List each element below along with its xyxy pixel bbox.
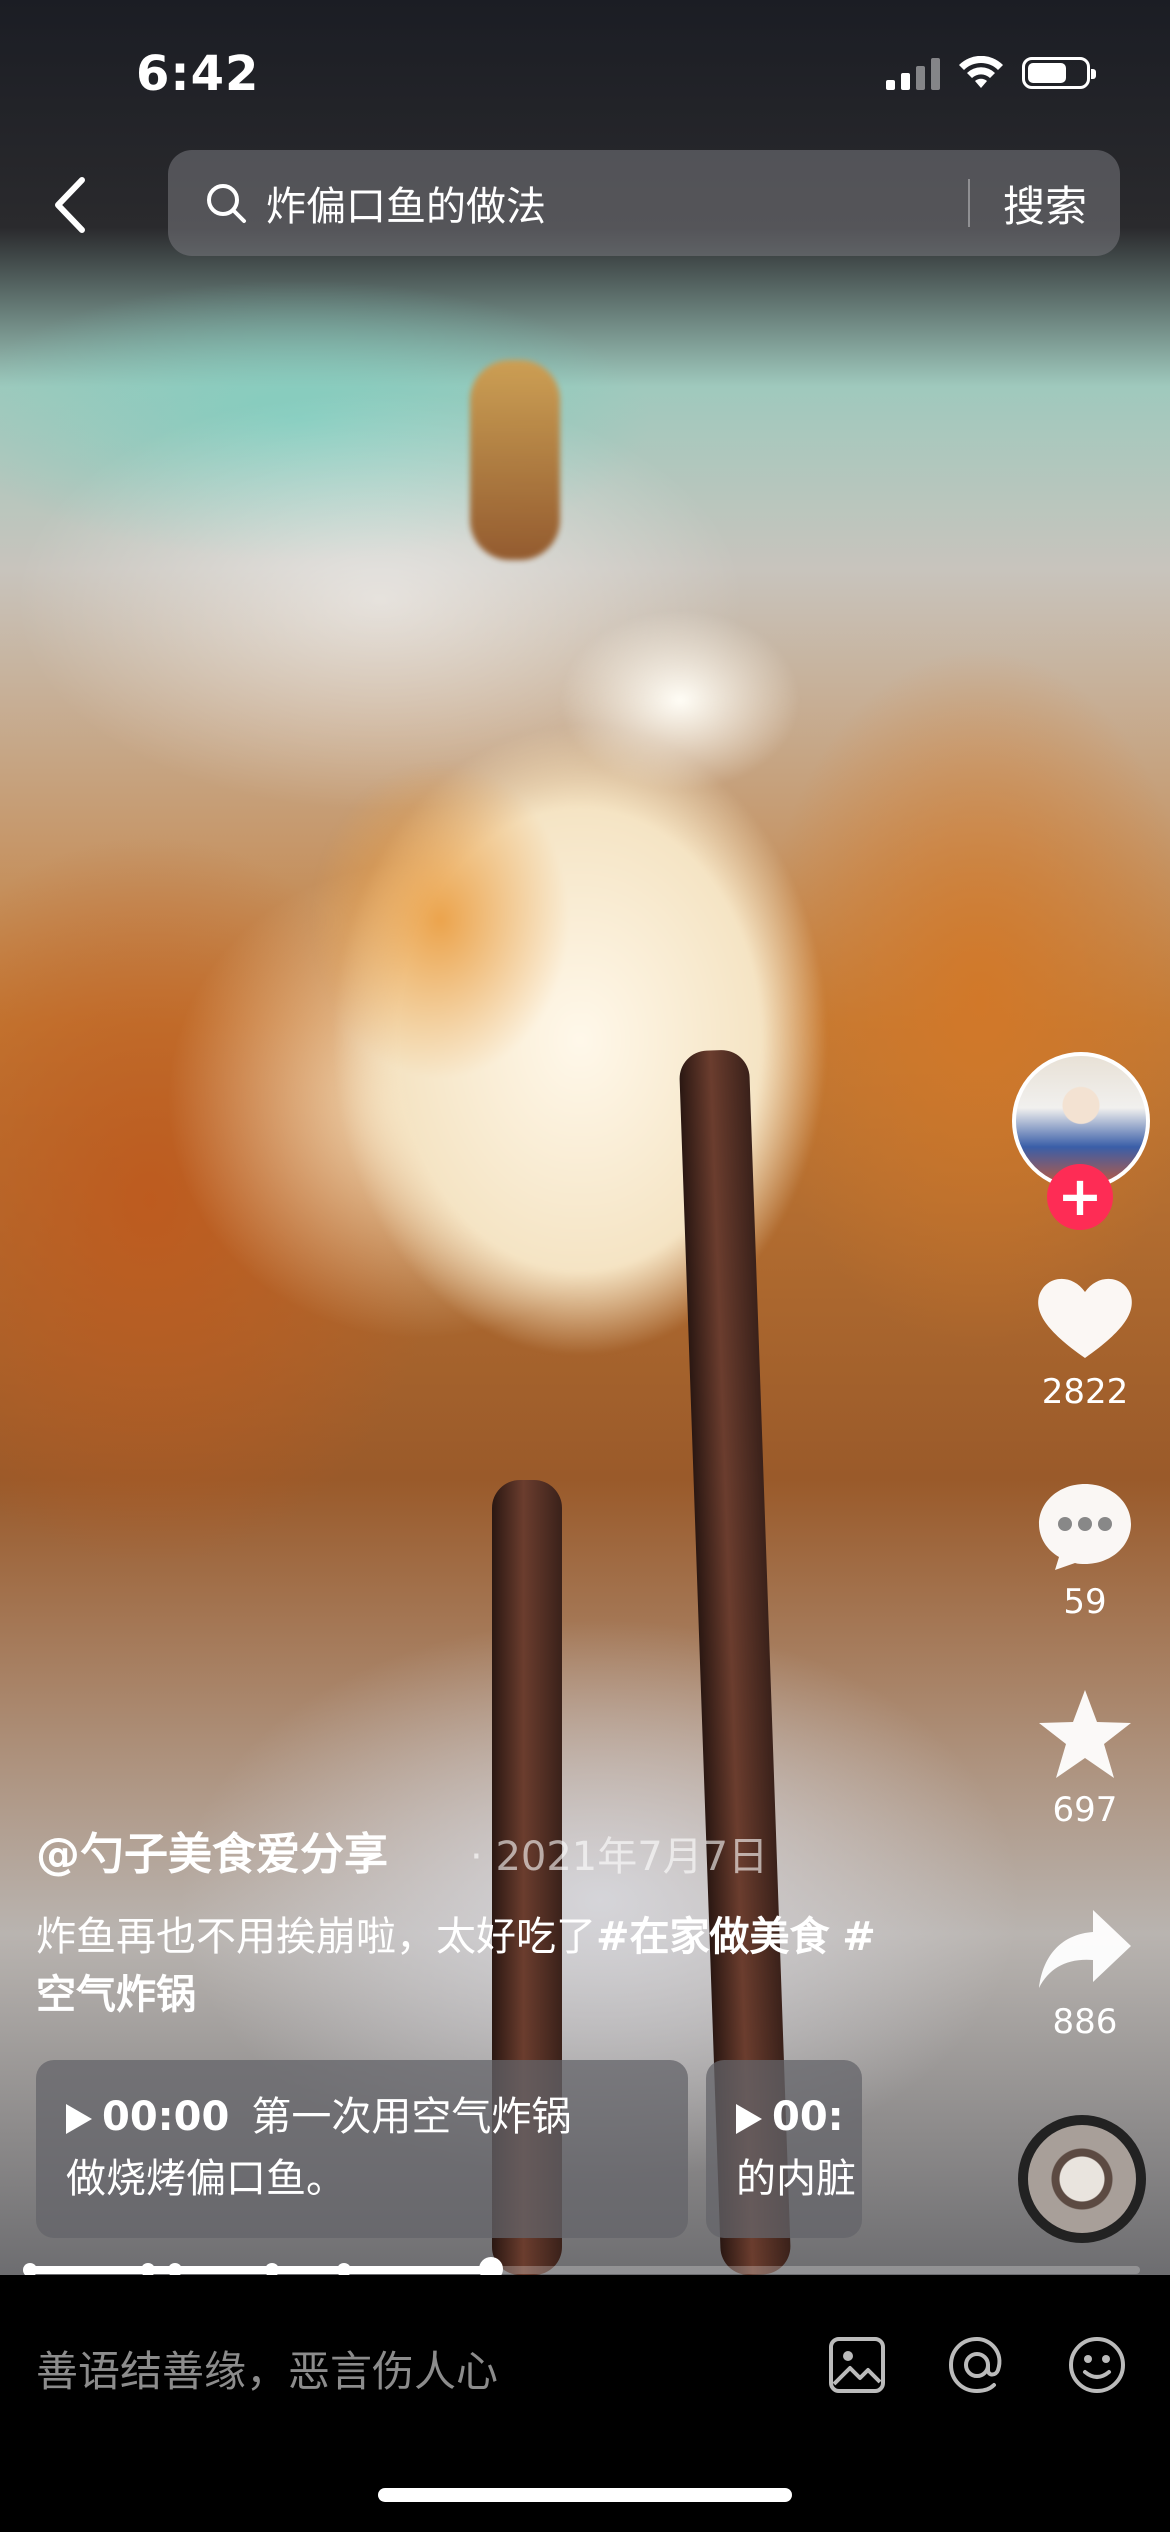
battery-icon (1022, 57, 1096, 89)
comment-bubble-icon (1039, 1484, 1131, 1570)
comment-count: 59 (1063, 1582, 1107, 1622)
search-input[interactable]: 炸偏口鱼的做法 (266, 174, 968, 232)
share-arrow-icon (1039, 1910, 1131, 1988)
caption-text: 炸鱼再也不用挨崩啦，太好吃了 (36, 1914, 596, 1960)
share-button[interactable]: 886 (1030, 1906, 1140, 2042)
comment-button[interactable]: 59 (1030, 1480, 1140, 1622)
chapter-line-1: 00:00 第一次用空气炸锅 (66, 2086, 658, 2148)
wifi-icon (959, 56, 1003, 88)
post-caption: 炸鱼再也不用挨崩啦，太好吃了#在家做美食 #空气炸锅 (36, 1908, 896, 2024)
progress-fill (30, 2266, 491, 2274)
chapter-time: 00: (772, 2094, 844, 2140)
chapter-time: 00:00 (102, 2094, 230, 2140)
chapter-card[interactable]: 00:00 第一次用空气炸锅 做烧烤偏口鱼。 (36, 2060, 688, 2238)
date-text: 2021年7月7日 (495, 1834, 769, 1880)
cellular-signal-icon (886, 56, 940, 90)
favorite-button[interactable]: 697 (1030, 1688, 1140, 1830)
search-icon (207, 184, 246, 223)
author-name[interactable]: @勺子美食爱分享 (36, 1818, 388, 1882)
favorite-count: 697 (1052, 1790, 1118, 1830)
chapter-line-1: 00: (736, 2086, 844, 2148)
hashtag-link[interactable]: #在家做美食 (596, 1914, 830, 1960)
fish-meat-image (180, 520, 1000, 1500)
fish-fin-image (470, 360, 560, 560)
chapter-title: 第一次用空气炸锅 (251, 2094, 572, 2140)
play-icon (736, 2104, 762, 2134)
home-indicator (378, 2488, 792, 2502)
image-icon[interactable] (826, 2334, 888, 2396)
video-progress-bar[interactable] (23, 2257, 1140, 2281)
star-icon (1039, 1690, 1131, 1778)
chapter-line-2: 的内脏 (736, 2156, 856, 2202)
emoji-icon[interactable] (1066, 2334, 1128, 2396)
heart-icon (1038, 1278, 1132, 1358)
music-disc-icon[interactable] (1018, 2115, 1146, 2243)
search-bar[interactable]: 炸偏口鱼的做法 搜索 (168, 150, 1120, 256)
comment-input[interactable]: 善语结善缘，恶言伤人心 (36, 2338, 498, 2399)
chapter-line-2: 做烧烤偏口鱼。 (66, 2156, 346, 2202)
like-button[interactable]: 2822 (1030, 1272, 1140, 1412)
play-icon (66, 2104, 92, 2134)
search-button[interactable]: 搜索 (970, 173, 1120, 234)
status-icons (886, 56, 1096, 90)
like-count: 2822 (1041, 1372, 1129, 1412)
follow-plus-button[interactable]: + (1047, 1164, 1113, 1230)
post-date: · 2021年7月7日 (470, 1824, 768, 1882)
status-time: 6:42 (136, 46, 260, 102)
back-arrow-icon[interactable] (40, 170, 100, 240)
chapter-card[interactable]: 00: 的内脏 (706, 2060, 862, 2238)
date-separator: · (470, 1834, 483, 1880)
share-count: 886 (1052, 2002, 1118, 2042)
mention-at-icon[interactable] (946, 2334, 1008, 2396)
